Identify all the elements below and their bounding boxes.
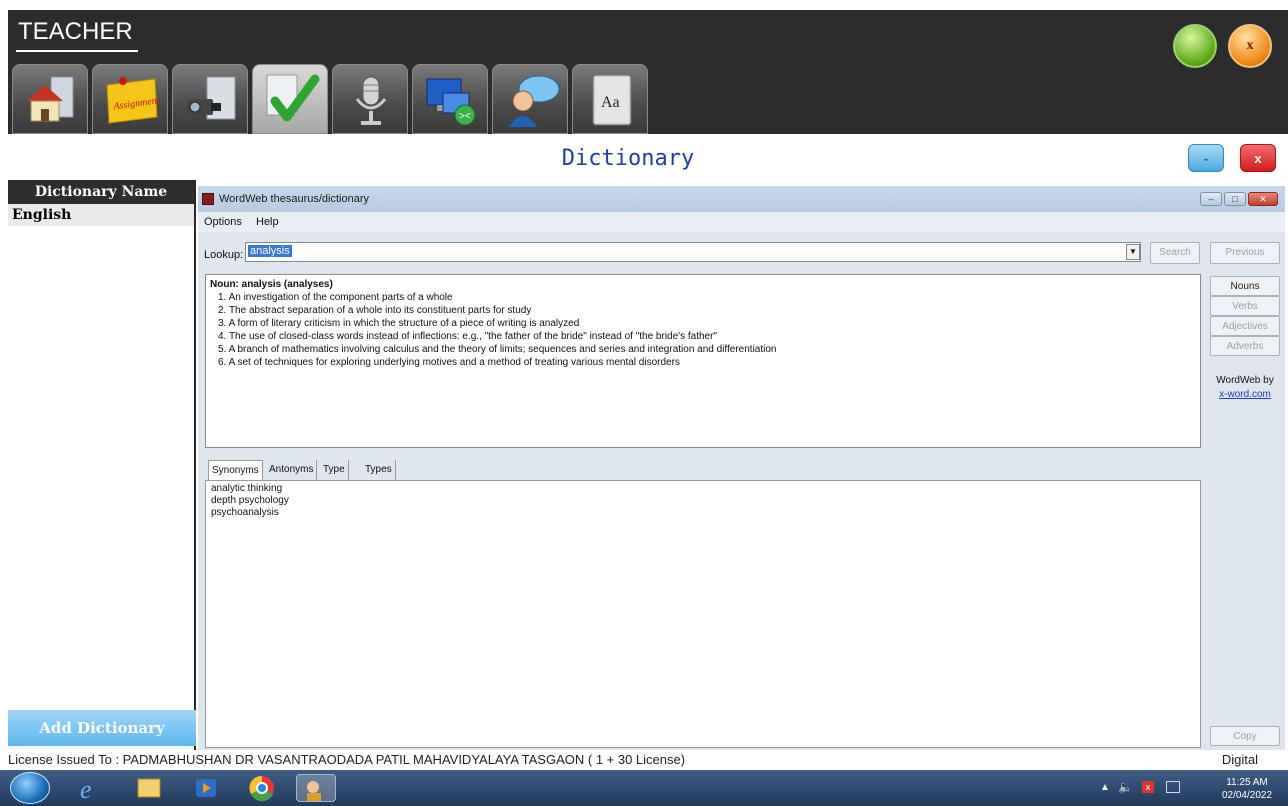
network-error-icon[interactable]: x	[1142, 781, 1154, 793]
remote-desktop-icon: ><	[426, 78, 476, 126]
dictionary-list-item[interactable]: English	[8, 204, 194, 226]
teacher-app-taskbar-button[interactable]	[296, 774, 336, 802]
dictionary-titlebar: Dictionary - x	[8, 134, 1288, 178]
media-player-icon[interactable]	[186, 774, 226, 802]
screen: TEACHER x Assignment >< Aa Dictionary - …	[0, 0, 1288, 806]
assignment-icon: Assignment	[106, 77, 160, 124]
chat-tile[interactable]	[492, 64, 568, 134]
footer-right-text: Digital	[1221, 752, 1258, 767]
definition-item: 1. An investigation of the component par…	[218, 292, 453, 303]
license-text: License Issued To : PADMABHUSHAN DR VASA…	[8, 752, 686, 767]
chat-user-icon	[509, 75, 560, 127]
search-button[interactable]: Search	[1150, 242, 1200, 264]
wordweb-credit-text: WordWeb by	[1216, 375, 1274, 386]
clock-date: 02/04/2022	[1221, 790, 1273, 801]
taskbar: e ▲ 🔈 x 11:25 AM 02/04/2022	[0, 770, 1288, 806]
definition-item: 6. A set of techniques for exploring und…	[218, 357, 680, 368]
app-minimize-button[interactable]	[1173, 24, 1217, 68]
svg-text:><: ><	[459, 111, 471, 122]
camera-tile[interactable]	[172, 64, 248, 134]
lookup-value: analysis	[248, 245, 292, 257]
definition-item: 5. A branch of mathematics involving cal…	[218, 344, 777, 355]
dictionary-title: Dictionary	[561, 146, 695, 171]
definition-heading: Noun: analysis (analyses)	[210, 279, 333, 290]
taskbar-clock[interactable]: 11:25 AM 02/04/2022	[1218, 776, 1276, 802]
check-icon	[266, 74, 320, 122]
tab-types[interactable]: Types	[362, 460, 396, 480]
dictionary-tile[interactable]: Aa	[572, 64, 648, 134]
remote-desktop-tile[interactable]: ><	[412, 64, 488, 134]
tab-antonyms[interactable]: Antonyms	[266, 460, 318, 480]
definition-item: 4. The use of closed-class words instead…	[218, 331, 717, 342]
lookup-dropdown-button[interactable]: ▼	[1126, 244, 1140, 260]
definition-item: 3. A form of literary criticism in which…	[218, 318, 580, 329]
synonym-item[interactable]: depth psychology	[211, 495, 1195, 507]
microphone-icon	[355, 76, 387, 125]
menu-help[interactable]: Help	[256, 216, 279, 228]
lookup-label: Lookup:	[204, 249, 244, 261]
internet-explorer-icon[interactable]: e	[70, 774, 110, 802]
synonym-item[interactable]: psychoanalysis	[211, 507, 1195, 519]
chrome-icon[interactable]	[242, 774, 282, 802]
wordweb-app-icon	[202, 193, 214, 205]
dictionary-list-pane: Dictionary Name English Add Dictionary	[8, 180, 196, 750]
wordweb-window: WordWeb thesaurus/dictionary – □ ✕ Optio…	[198, 186, 1285, 750]
volume-icon[interactable]: 🔈	[1118, 780, 1133, 794]
home-tile[interactable]	[12, 64, 88, 134]
license-bar: License Issued To : PADMABHUSHAN DR VASA…	[0, 750, 1288, 768]
verbs-button[interactable]: Verbs	[1210, 296, 1280, 316]
wordweb-menubar: Options Help	[198, 212, 1285, 232]
adverbs-button[interactable]: Adverbs	[1210, 336, 1280, 356]
add-dictionary-button[interactable]: Add Dictionary	[8, 710, 196, 746]
wordweb-titlebar: WordWeb thesaurus/dictionary – □ ✕	[198, 186, 1285, 212]
wordweb-close-button[interactable]: ✕	[1248, 192, 1278, 206]
tab-synonyms[interactable]: Synonyms	[208, 460, 263, 480]
assignment-tile[interactable]: Assignment	[92, 64, 168, 134]
start-button[interactable]	[10, 772, 50, 804]
dictionary-book-icon: Aa	[592, 74, 632, 126]
evaluation-tile[interactable]	[252, 64, 328, 134]
nouns-button[interactable]: Nouns	[1210, 276, 1280, 296]
display-icon[interactable]	[1166, 781, 1180, 793]
microphone-tile[interactable]	[332, 64, 408, 134]
lookup-input[interactable]: analysis	[245, 242, 1141, 262]
wordweb-credit-link[interactable]: x-word.com	[1210, 388, 1280, 402]
dictionary-close-button[interactable]: x	[1240, 144, 1276, 172]
wordweb-maximize-button[interactable]: □	[1224, 192, 1246, 206]
copy-button[interactable]: Copy	[1210, 726, 1280, 746]
dictionary-minimize-button[interactable]: -	[1188, 144, 1224, 172]
tab-type-of[interactable]: Type of	[320, 460, 349, 495]
system-tray: ▲ 🔈 x 11:25 AM 02/04/2022	[1086, 772, 1276, 804]
synonym-item[interactable]: analytic thinking	[211, 483, 1195, 495]
wordweb-credit: WordWeb by x-word.com	[1210, 374, 1280, 402]
title-underline	[16, 50, 138, 52]
home-icon	[27, 76, 74, 122]
teacher-app-icon	[307, 781, 321, 801]
tray-overflow-icon[interactable]: ▲	[1100, 782, 1110, 793]
svg-text:Aa: Aa	[601, 94, 620, 111]
app-title: TEACHER	[18, 18, 133, 45]
adjectives-button[interactable]: Adjectives	[1210, 316, 1280, 336]
svg-text:e: e	[80, 775, 92, 802]
definition-item: 2. The abstract separation of a whole in…	[218, 305, 532, 316]
clock-time: 11:25 AM	[1226, 777, 1268, 788]
synonyms-panel: analytic thinking depth psychology psych…	[205, 480, 1201, 748]
definitions-panel: Noun: analysis (analyses) 1. An investig…	[205, 274, 1201, 448]
wordweb-minimize-button[interactable]: –	[1200, 192, 1222, 206]
app-header: TEACHER x Assignment >< Aa	[8, 10, 1288, 134]
dictionary-list-header: Dictionary Name	[8, 180, 194, 204]
previous-button[interactable]: Previous	[1210, 242, 1280, 264]
camera-icon	[187, 76, 236, 120]
file-explorer-icon[interactable]	[128, 774, 168, 802]
wordweb-title: WordWeb thesaurus/dictionary	[219, 193, 369, 205]
menu-options[interactable]: Options	[204, 216, 242, 228]
app-close-button[interactable]: x	[1228, 24, 1272, 68]
